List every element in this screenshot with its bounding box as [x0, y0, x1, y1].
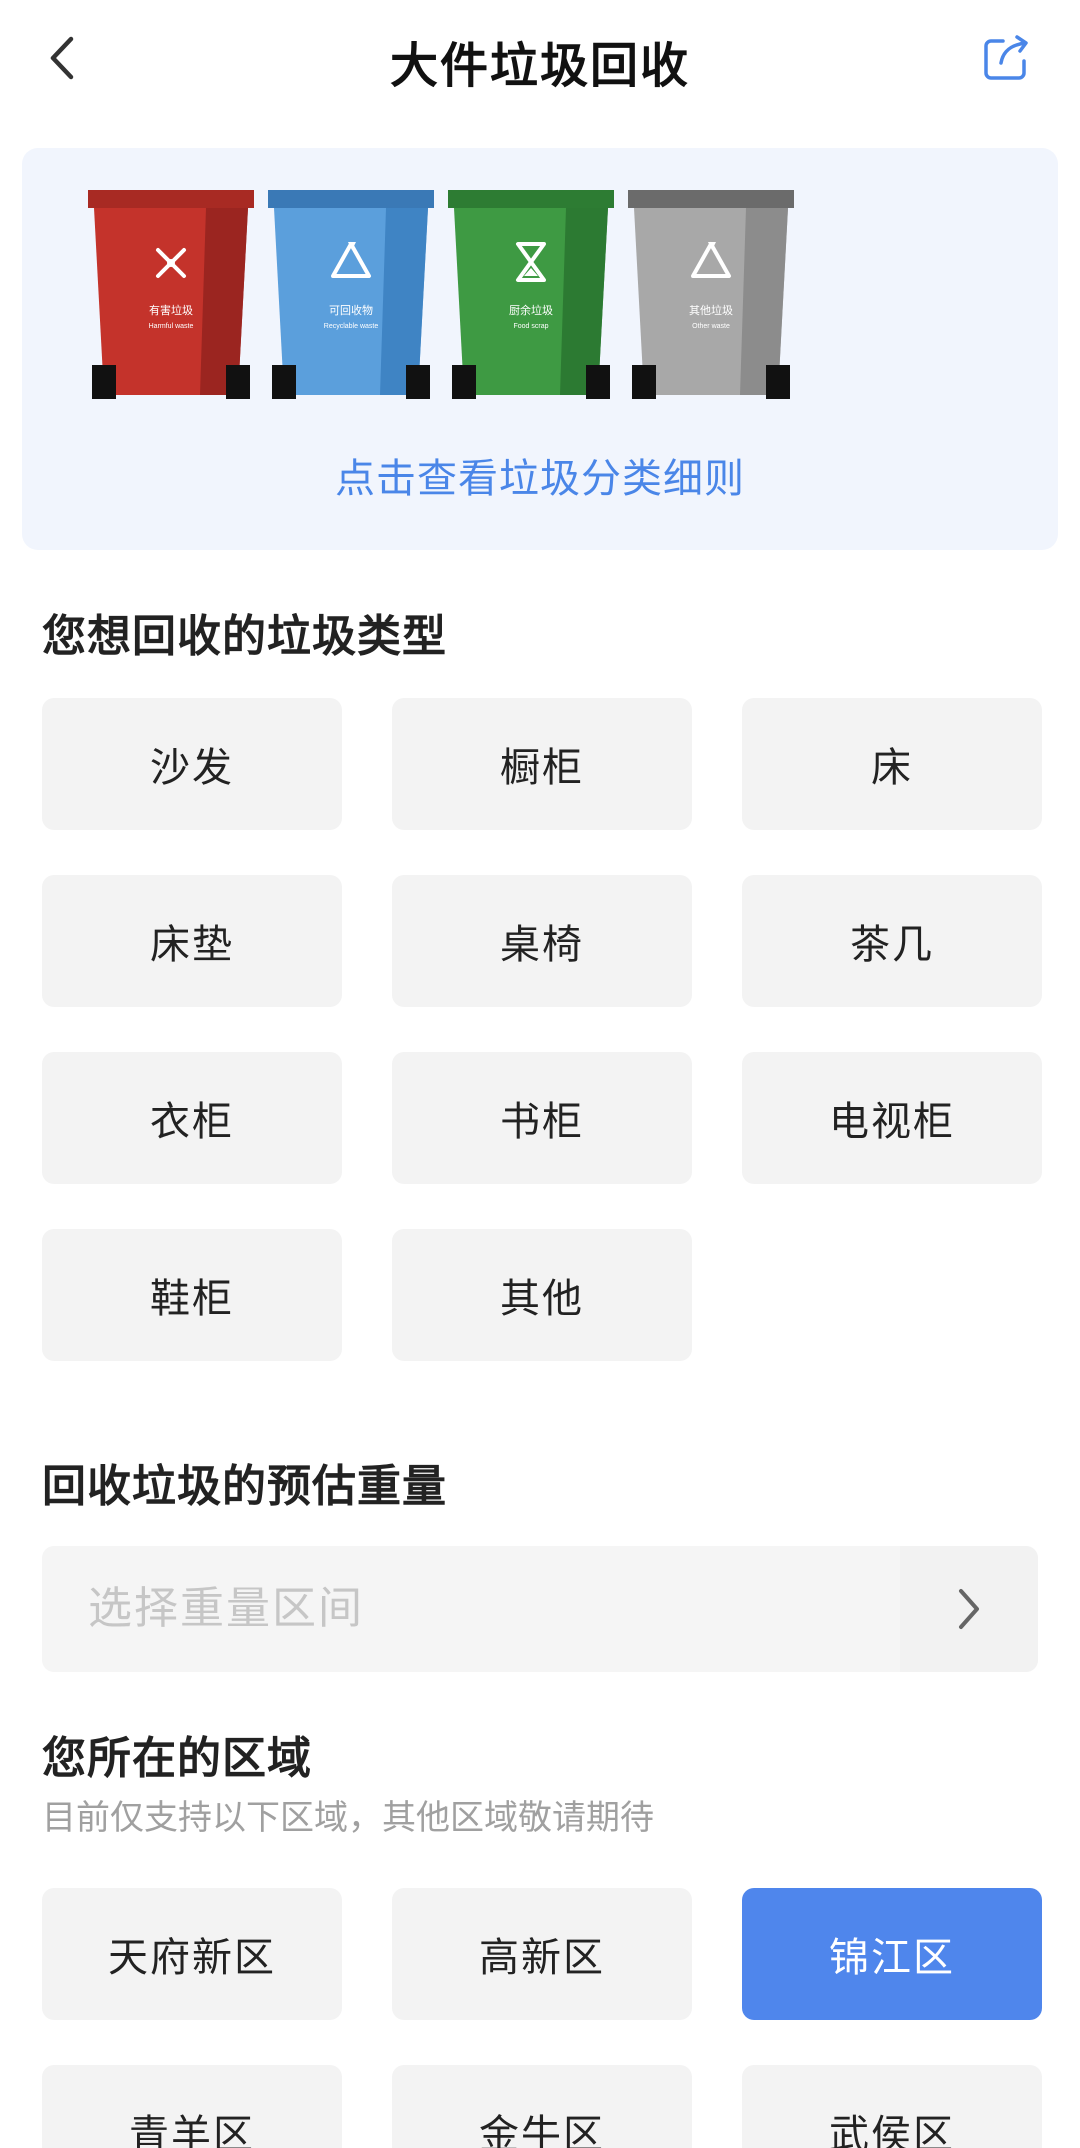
region-chip[interactable]: 锦江区 — [742, 1888, 1042, 2020]
weight-range-placeholder: 选择重量区间 — [88, 1583, 364, 1634]
share-icon — [984, 35, 1028, 80]
weight-range-select[interactable]: 选择重量区间 — [42, 1546, 1038, 1672]
region-chip[interactable]: 天府新区 — [42, 1888, 342, 2020]
svg-text:厨余垃圾: 厨余垃圾 — [509, 303, 553, 317]
weight-range-arrow[interactable] — [900, 1546, 1038, 1672]
harmful-bin-icon: 有害垃圾 Harmful waste — [88, 190, 254, 399]
hourglass-bin-icon: 厨余垃圾 Food scrap — [448, 190, 614, 399]
sorting-rules-banner[interactable]: 有害垃圾 Harmful waste 可回收物 Recyclable waste 厨余垃… — [22, 148, 1058, 550]
nav-bar: 大件垃圾回收 — [0, 0, 1080, 120]
svg-text:Food scrap: Food scrap — [513, 323, 548, 330]
waste-bin-2: 可回收物 Recyclable waste — [268, 190, 434, 402]
recycle-bin-icon: 可回收物 Recyclable waste — [268, 190, 434, 399]
recycle-bin-icon: 其他垃圾 Other waste — [628, 190, 794, 399]
bins-illustration: 有害垃圾 Harmful waste 可回收物 Recyclable waste 厨余垃… — [22, 190, 1058, 410]
waste-bin-3: 厨余垃圾 Food scrap — [448, 190, 614, 402]
svg-text:Recyclable waste: Recyclable waste — [324, 323, 379, 330]
region-title: 您所在的区域 — [42, 1733, 312, 1784]
waste-type-chip[interactable]: 沙发 — [42, 698, 342, 830]
svg-text:其他垃圾: 其他垃圾 — [689, 303, 733, 317]
waste-bin-1: 有害垃圾 Harmful waste — [88, 190, 254, 402]
waste-type-chip[interactable]: 鞋柜 — [42, 1229, 342, 1361]
region-chip[interactable]: 青羊区 — [42, 2065, 342, 2148]
waste-type-chip[interactable]: 床 — [742, 698, 1042, 830]
region-chip[interactable]: 武侯区 — [742, 2065, 1042, 2148]
share-button[interactable] — [978, 28, 1034, 88]
waste-type-title: 您想回收的垃圾类型 — [42, 611, 447, 662]
region-subtitle: 目前仅支持以下区域，其他区域敬请期待 — [42, 1798, 654, 1838]
svg-text:可回收物: 可回收物 — [329, 303, 373, 317]
sorting-rules-link[interactable]: 点击查看垃圾分类细则 — [22, 446, 1058, 504]
waste-type-chip[interactable]: 书柜 — [392, 1052, 692, 1184]
waste-bin-4: 其他垃圾 Other waste — [628, 190, 794, 402]
svg-text:有害垃圾: 有害垃圾 — [149, 303, 193, 317]
weight-title: 回收垃圾的预估重量 — [42, 1461, 447, 1512]
svg-text:Other waste: Other waste — [692, 323, 730, 330]
svg-text:Harmful waste: Harmful waste — [149, 323, 194, 330]
waste-type-chip[interactable]: 茶几 — [742, 875, 1042, 1007]
waste-type-chip[interactable]: 其他 — [392, 1229, 692, 1361]
chevron-right-icon — [959, 1589, 979, 1629]
waste-type-chip[interactable]: 电视柜 — [742, 1052, 1042, 1184]
waste-type-chip[interactable]: 衣柜 — [42, 1052, 342, 1184]
page-title: 大件垃圾回收 — [389, 38, 690, 94]
waste-type-chip[interactable]: 桌椅 — [392, 875, 692, 1007]
waste-type-chip[interactable]: 床垫 — [42, 875, 342, 1007]
region-chip[interactable]: 高新区 — [392, 1888, 692, 2020]
waste-type-chip[interactable]: 橱柜 — [392, 698, 692, 830]
region-chip[interactable]: 金牛区 — [392, 2065, 692, 2148]
